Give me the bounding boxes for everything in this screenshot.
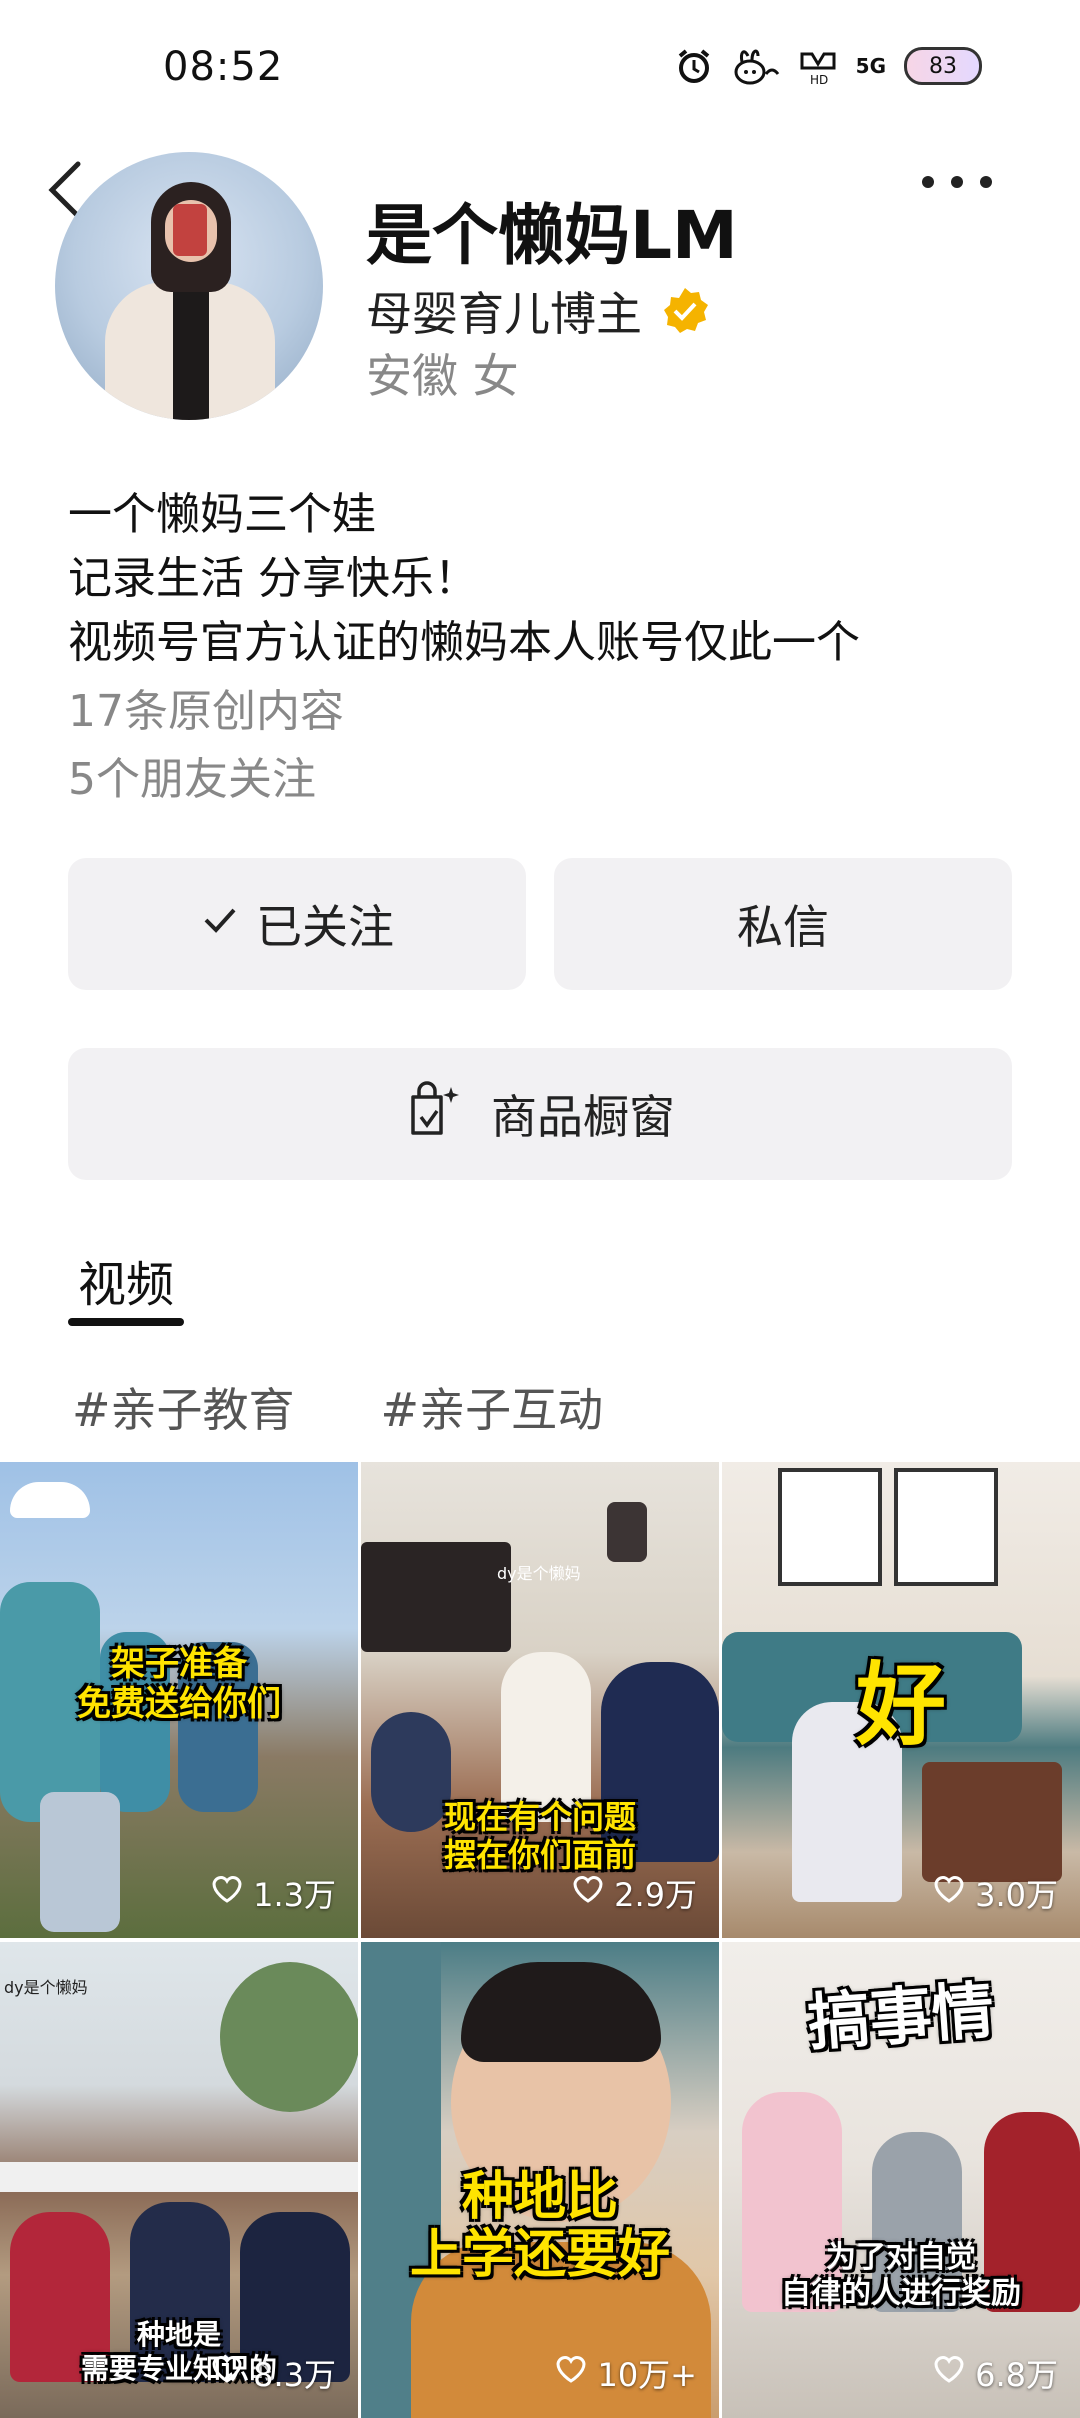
video-tile[interactable]: 搞事情 为了对自觉 自律的人进行奖励 6.8万: [722, 1942, 1080, 2418]
tag-item[interactable]: #亲子互动: [381, 1374, 604, 1440]
profile-title-row: 母婴育儿博主: [366, 278, 710, 344]
bio-line: 记录生活 分享快乐！: [68, 553, 478, 604]
watermark: dy是个懒妈: [4, 1978, 88, 1997]
video-tile[interactable]: dy是个懒妈 种地是 需要专业知识的 8.3万: [0, 1942, 358, 2418]
avatar[interactable]: [55, 152, 323, 420]
friends-follow[interactable]: 5个朋友关注: [68, 746, 344, 814]
network-label: 5G: [855, 54, 886, 78]
video-grid: 架子准备 免费送给你们 1.3万 dy是个懒妈 现在有个问题 摆在你们面前 2.…: [0, 1462, 1080, 2418]
shopping-bag-icon: [405, 1079, 465, 1150]
alarm-icon: [674, 46, 714, 86]
bio-line: 一个懒妈三个娃: [68, 489, 376, 540]
hd-signal-icon: HD: [798, 46, 838, 86]
video-tile[interactable]: 好 3.0万: [722, 1462, 1080, 1938]
battery-level: 83: [929, 53, 957, 79]
more-icon[interactable]: [922, 176, 992, 196]
shop-label: 商品橱窗: [491, 1090, 675, 1144]
bunny-icon: [732, 46, 780, 86]
follow-button[interactable]: 已关注: [68, 858, 526, 990]
video-likes: 2.9万: [572, 1870, 697, 1916]
verified-icon: [660, 286, 710, 336]
shop-window-button[interactable]: 商品橱窗: [68, 1048, 1012, 1180]
tab-indicator: [68, 1318, 184, 1326]
watermark: dy是个懒妈: [497, 1564, 581, 1583]
profile-title: 母婴育儿博主: [366, 287, 642, 341]
follow-label: 已关注: [256, 900, 394, 954]
video-likes: 8.3万: [211, 2350, 336, 2396]
heart-icon: [211, 1874, 243, 1912]
heart-icon: [933, 2354, 965, 2392]
heart-icon: [572, 1874, 604, 1912]
tab-videos[interactable]: 视频: [78, 1245, 174, 1315]
video-caption-top: 搞事情: [805, 1973, 997, 2060]
video-caption: 为了对自觉 自律的人进行奖励: [781, 2240, 1021, 2311]
tag-list: #亲子教育 #亲子互动: [72, 1374, 603, 1440]
heart-icon: [555, 2354, 587, 2392]
cellular-5g-icon: 5G: [856, 46, 886, 86]
video-caption: 好: [856, 1653, 946, 1758]
video-likes: 10万+: [555, 2350, 697, 2396]
check-icon: [200, 897, 240, 951]
profile-name: 是个懒妈LM: [366, 197, 738, 274]
tag-item[interactable]: #亲子教育: [72, 1374, 295, 1440]
video-tile[interactable]: 架子准备 免费送给你们 1.3万: [0, 1462, 358, 1938]
profile-bio: 一个懒妈三个娃 记录生活 分享快乐！ 视频号官方认证的懒妈本人账号仅此一个: [68, 483, 860, 675]
heart-icon: [933, 1874, 965, 1912]
profile-meta: 17条原创内容 5个朋友关注: [68, 678, 344, 814]
bio-line: 视频号官方认证的懒妈本人账号仅此一个: [68, 617, 860, 668]
video-caption: 现在有个问题 摆在你们面前: [443, 1798, 636, 1874]
heart-icon: [211, 2354, 243, 2392]
video-likes: 1.3万: [211, 1870, 336, 1916]
status-icons: HD 5G 83: [674, 44, 982, 88]
message-button[interactable]: 私信: [554, 858, 1012, 990]
battery-icon: 83: [904, 47, 982, 85]
video-caption: 架子准备 免费送给你们: [77, 1644, 281, 1724]
video-caption: 种地比 上学还要好: [409, 2167, 670, 2285]
original-count[interactable]: 17条原创内容: [68, 678, 344, 746]
message-label: 私信: [737, 900, 829, 954]
video-tile[interactable]: dy是个懒妈 现在有个问题 摆在你们面前 2.9万: [361, 1462, 719, 1938]
profile-location: 安徽 女: [366, 349, 519, 403]
video-likes: 3.0万: [933, 1870, 1058, 1916]
status-time: 08:52: [163, 44, 284, 90]
svg-text:HD: HD: [810, 73, 828, 86]
video-tile[interactable]: 种地比 上学还要好 10万+: [361, 1942, 719, 2418]
video-likes: 6.8万: [933, 2350, 1058, 2396]
